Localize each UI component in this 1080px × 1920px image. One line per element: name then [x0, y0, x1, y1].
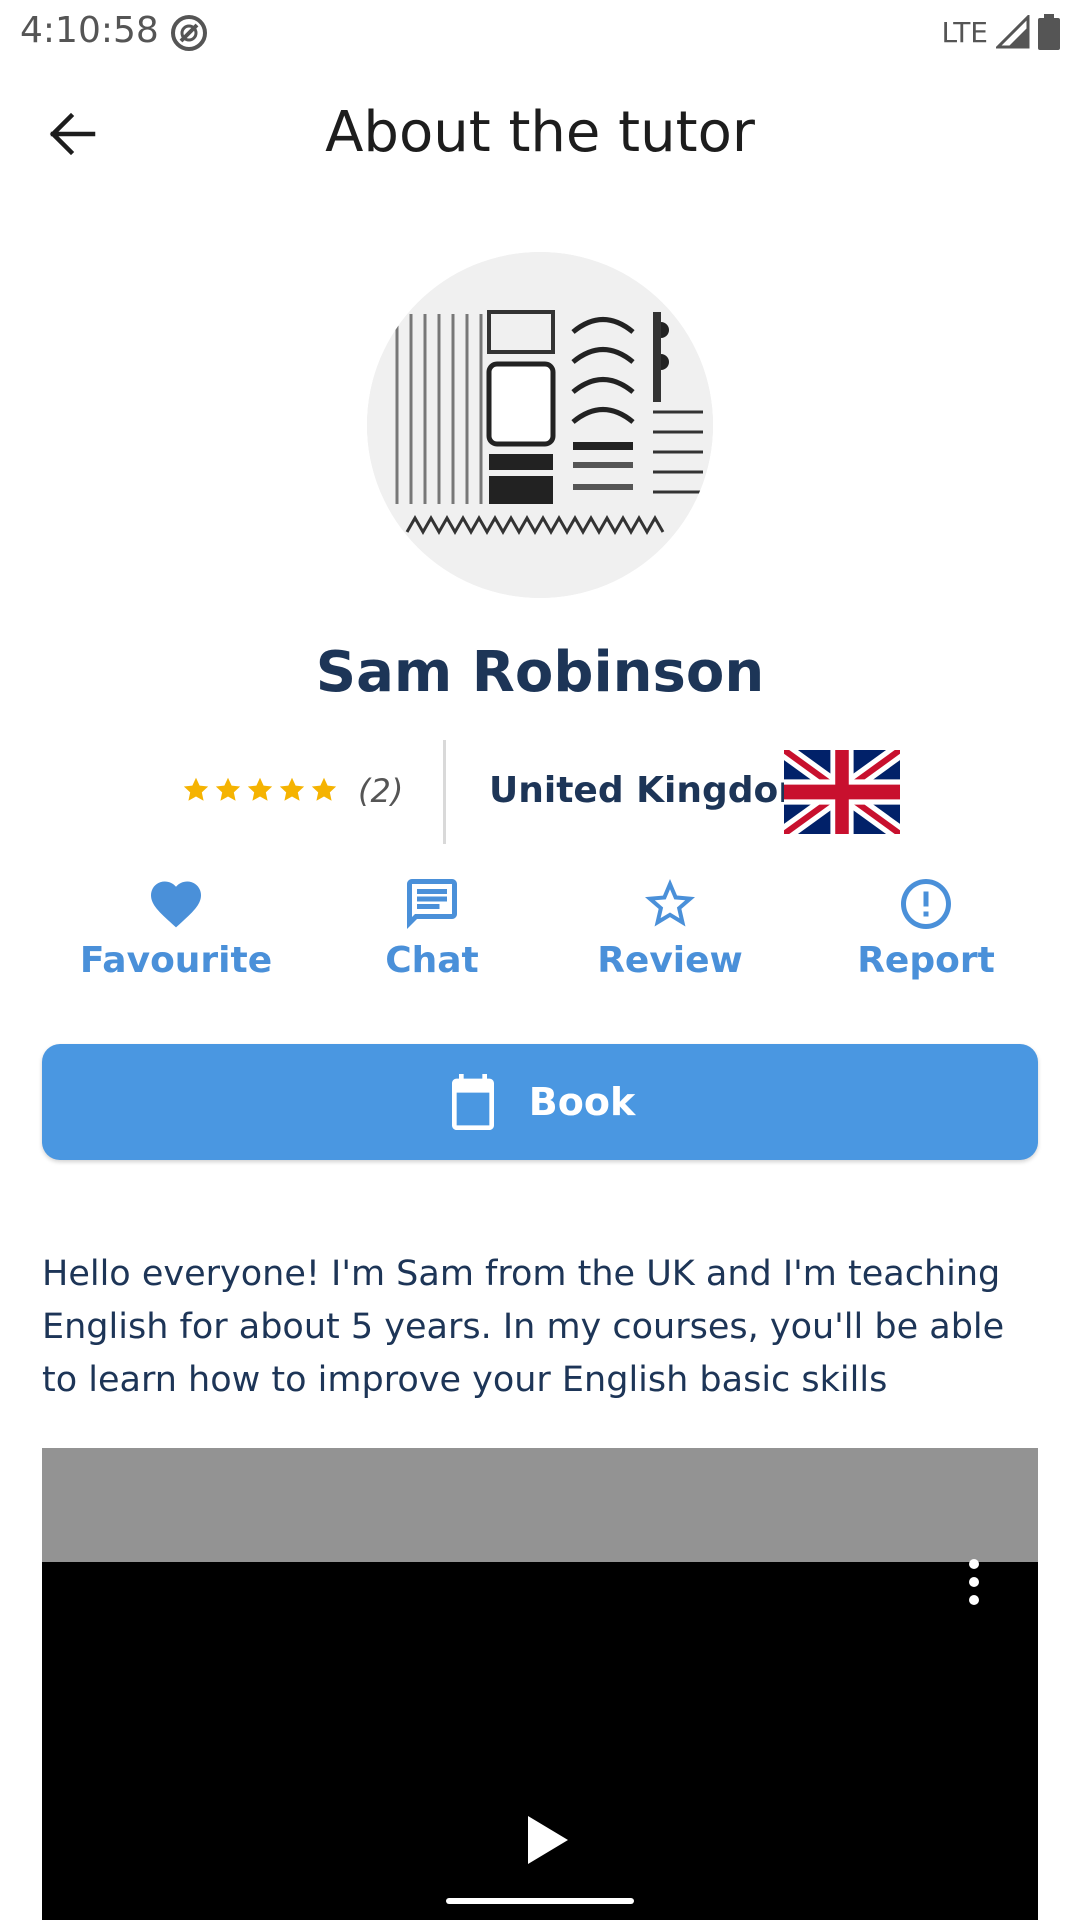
review-label: Review: [597, 940, 743, 981]
star-icon: [215, 777, 241, 801]
avatar-image: [367, 252, 713, 598]
alert-circle-icon: [901, 879, 951, 929]
network-type: LTE: [941, 15, 988, 49]
report-label: Report: [857, 940, 995, 981]
home-indicator[interactable]: [446, 1898, 634, 1904]
uk-flag-icon: [784, 750, 900, 834]
rating-country-row: (2) United Kingdom: [0, 740, 1080, 848]
calendar-icon: [451, 1074, 494, 1130]
tutor-avatar: [367, 252, 713, 598]
chat-label: Chat: [385, 940, 479, 981]
signal-icon: [996, 15, 1030, 49]
chat-bubble-icon: [407, 879, 457, 929]
heart-icon: [151, 881, 201, 928]
star-outline-icon: [645, 879, 695, 927]
review-button[interactable]: Review: [570, 874, 770, 994]
review-count: (2): [358, 772, 404, 810]
status-bar: 4:10:58 LTE: [0, 0, 1080, 64]
tutor-name: Sam Robinson: [315, 640, 765, 705]
favourite-label: Favourite: [79, 940, 273, 981]
star-icon: [311, 777, 337, 801]
app-notification-icon: [171, 15, 207, 51]
action-row: Favourite Chat Review Report: [0, 874, 1080, 994]
play-icon[interactable]: [518, 1812, 574, 1868]
video-thumbnail-strip: [42, 1448, 1038, 1562]
app-bar: About the tutor: [0, 78, 1080, 190]
tutor-bio: Hello everyone! I'm Sam from the UK and …: [42, 1254, 1005, 1400]
status-indicators: LTE: [941, 12, 1060, 52]
rating-stars: [182, 776, 338, 804]
status-time: 4:10:58: [20, 10, 159, 51]
intro-video-player[interactable]: [42, 1448, 1038, 1920]
more-vertical-icon[interactable]: [962, 1552, 986, 1612]
book-button[interactable]: Book: [42, 1044, 1038, 1160]
book-label: Book: [528, 1080, 636, 1124]
star-icon: [183, 777, 209, 801]
chat-button[interactable]: Chat: [332, 874, 532, 994]
divider: [443, 740, 446, 844]
page-title: About the tutor: [325, 100, 755, 165]
report-button[interactable]: Report: [826, 874, 1026, 994]
country-name: United Kingdom: [489, 770, 816, 811]
favourite-button[interactable]: Favourite: [76, 874, 276, 994]
star-icon: [279, 777, 305, 801]
star-icon: [247, 777, 273, 801]
battery-icon: [1038, 14, 1060, 50]
